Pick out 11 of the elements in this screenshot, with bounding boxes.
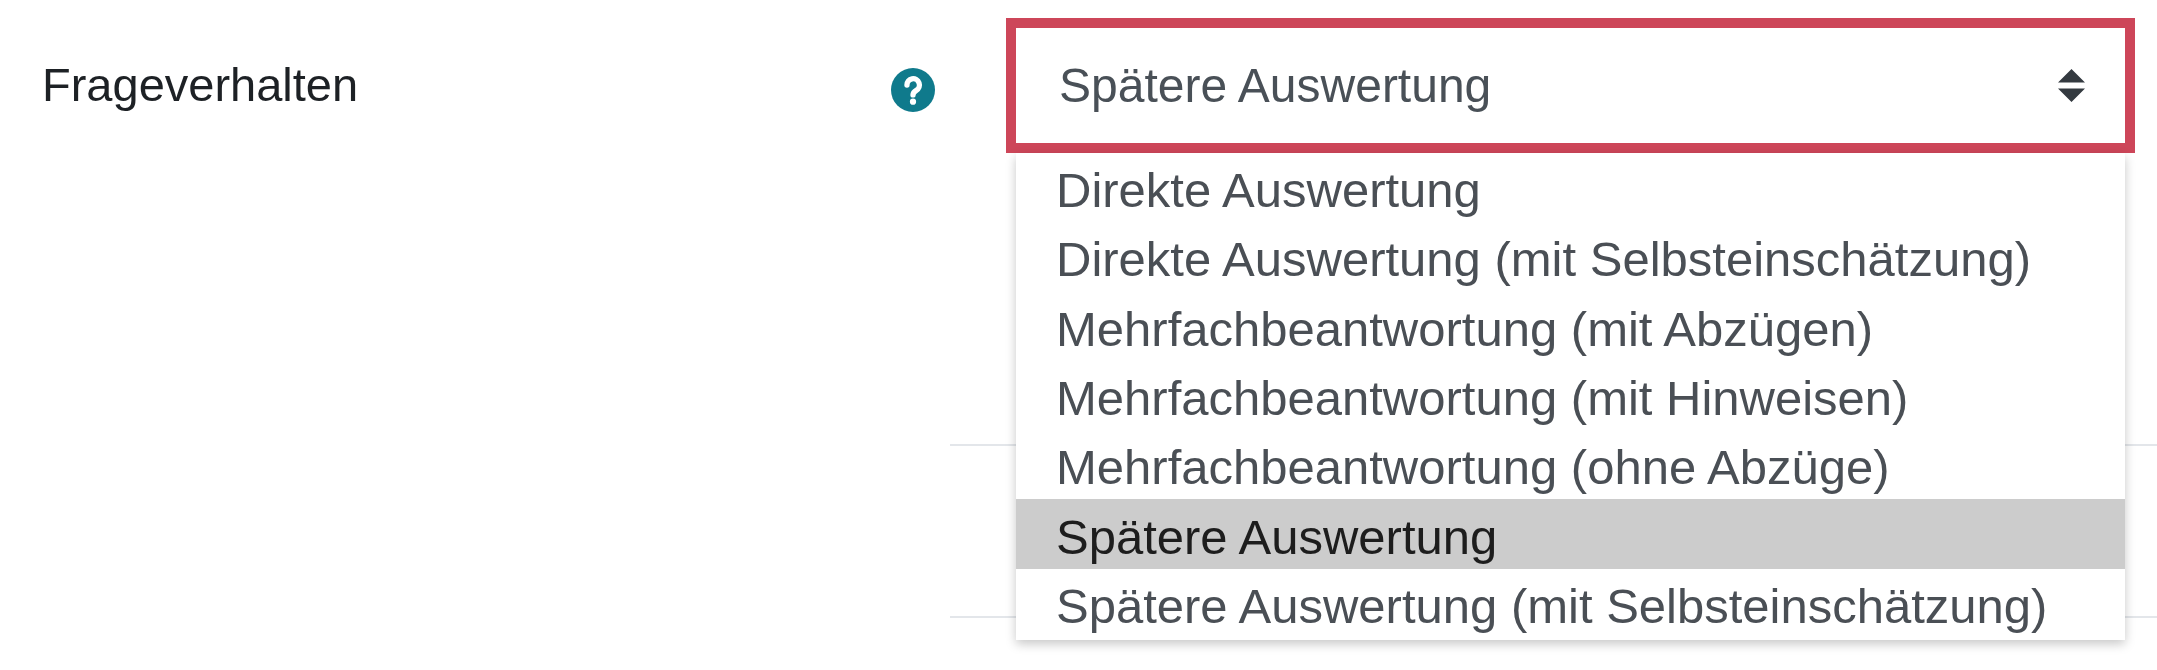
dropdown-option[interactable]: Mehrfachbeantwortung (ohne Abzüge) [1016,430,2125,500]
dropdown-option[interactable]: Spätere Auswertung (mit Selbsteinschätzung) [1016,568,2125,639]
dropdown-option[interactable]: Mehrfachbeantwortung (mit Abzügen) [1016,291,2125,361]
dropdown-option[interactable]: Direkte Auswertung (mit Selbsteinschätzung) [1016,222,2125,292]
dropdown-option[interactable]: Spätere Auswertung [1016,499,2125,569]
up-down-caret-icon [2058,69,2085,102]
dropdown-option[interactable]: Direkte Auswertung [1016,153,2125,223]
dropdown-select[interactable]: Spätere Auswertung [1006,18,2135,153]
help-icon[interactable] [891,67,935,112]
field-label: Frageverhalten [42,57,360,114]
dropdown-option[interactable]: Mehrfachbeantwortung (mit Hinweisen) [1016,360,2125,431]
